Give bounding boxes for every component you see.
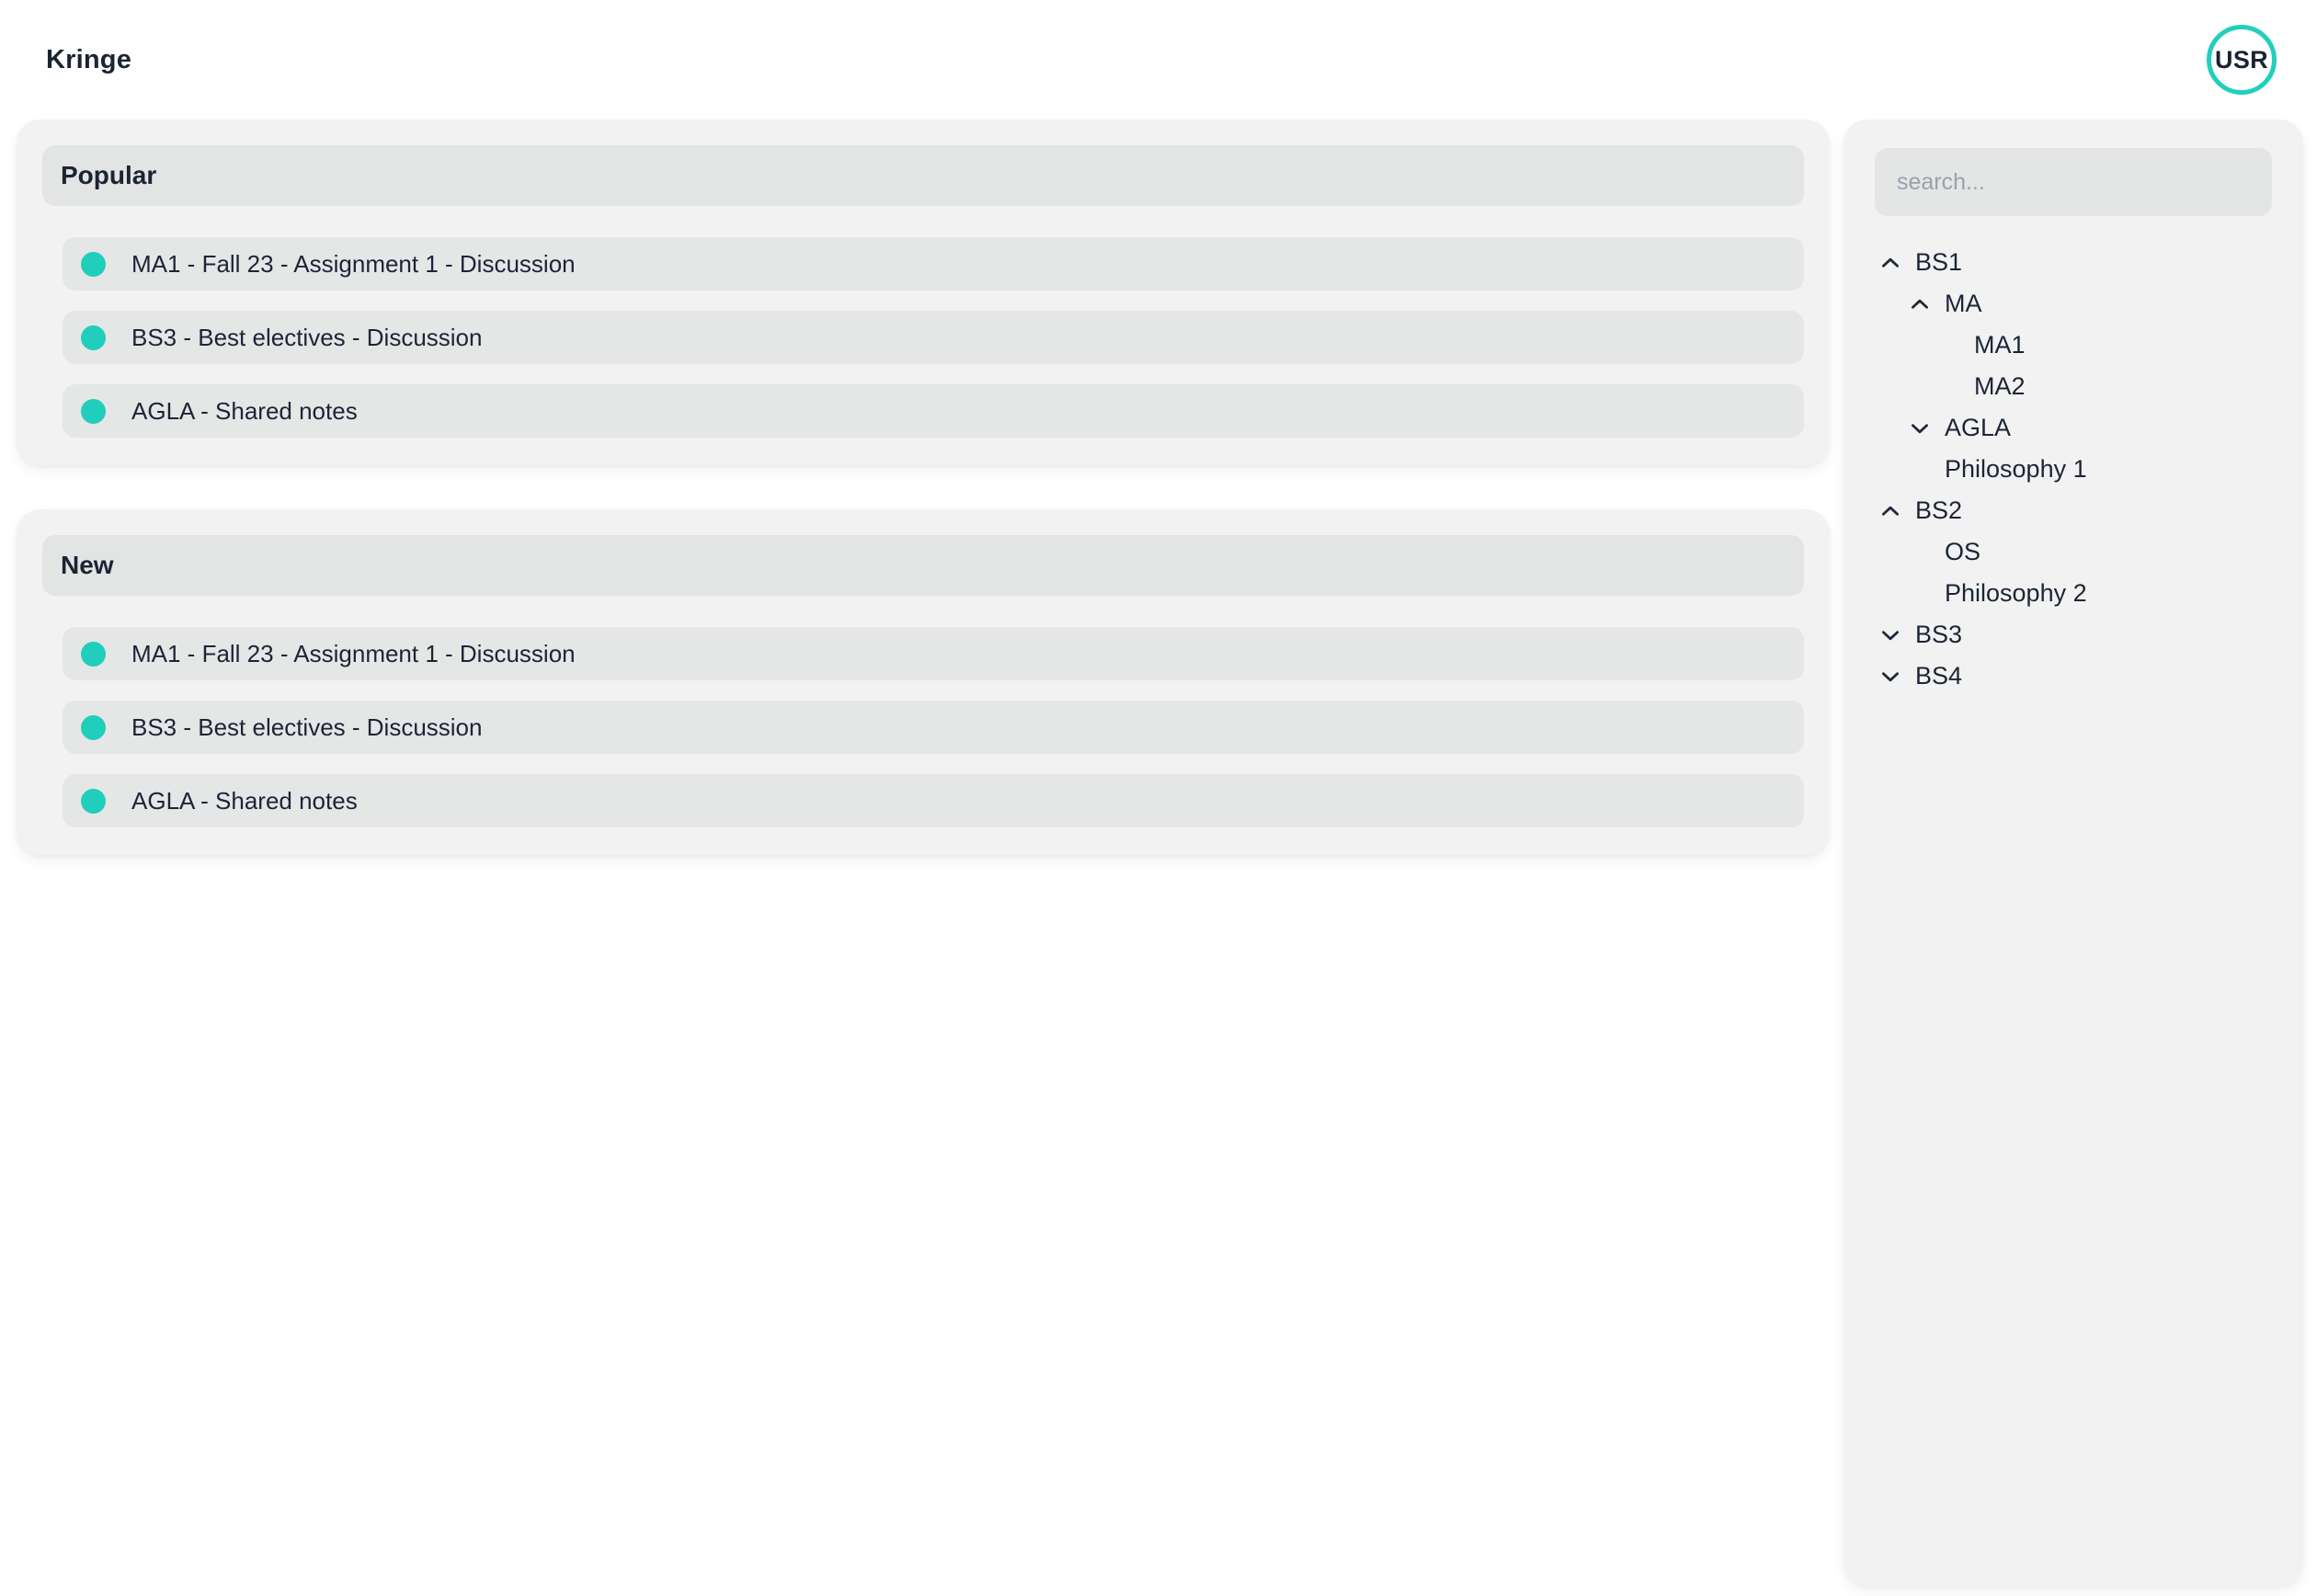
tree-node-label: MA1 [1974,331,2026,359]
chevron-up-icon[interactable] [1908,292,1932,316]
status-dot-icon [81,714,106,740]
list-item-label: MA1 - Fall 23 - Assignment 1 - Discussio… [131,249,576,278]
section-header: New [42,535,1804,596]
tree-node-ma2[interactable]: MA2 [1875,366,2272,407]
section-card: New MA1 - Fall 23 - Assignment 1 - Discus… [17,509,1830,855]
tree-node-label: BS3 [1915,621,1963,648]
chevron-down-icon[interactable] [1878,665,1902,689]
list-item[interactable]: AGLA - Shared notes [63,384,1804,438]
tree-node-philosophy-1[interactable]: Philosophy 1 [1875,449,2272,490]
list-item[interactable]: BS3 - Best electives - Discussion [63,311,1804,364]
section-header: Popular [42,145,1804,206]
tree-node-ma[interactable]: MA [1875,283,2272,325]
tree-node-label: BS2 [1915,496,1963,524]
chevron-down-icon[interactable] [1908,416,1932,440]
chevron-up-icon[interactable] [1878,251,1902,275]
tree-node-os[interactable]: OS [1875,531,2272,573]
tree-node-bs4[interactable]: BS4 [1875,656,2272,697]
tree-node-label: BS4 [1915,662,1963,690]
search-input[interactable] [1875,148,2272,216]
section-list: MA1 - Fall 23 - Assignment 1 - Discussio… [42,237,1804,438]
sidebar: BS1 MA MA1 MA2 AGLA Philosophy 1 BS2 OS Philosop… [1843,120,2303,1586]
tree-node-label: OS [1945,538,1981,565]
main-content: Popular MA1 - Fall 23 - Assignment 1 - Di… [17,120,1830,899]
tree-node-bs3[interactable]: BS3 [1875,614,2272,656]
list-item[interactable]: BS3 - Best electives - Discussion [63,701,1804,754]
status-dot-icon [81,398,106,424]
tree-node-label: BS1 [1915,248,1963,276]
tree-node-label: Philosophy 1 [1945,455,2087,483]
tree-node-label: MA2 [1974,372,2026,400]
tree-node-ma1[interactable]: MA1 [1875,325,2272,366]
status-dot-icon [81,641,106,667]
section-title: Popular [61,161,157,189]
status-dot-icon [81,251,106,277]
avatar[interactable]: USR [2207,25,2277,95]
list-item[interactable]: AGLA - Shared notes [63,774,1804,827]
list-item-label: BS3 - Best electives - Discussion [131,323,483,351]
status-dot-icon [81,788,106,814]
top-bar: Kringe USR [0,0,2317,120]
chevron-up-icon[interactable] [1878,499,1902,523]
course-tree: BS1 MA MA1 MA2 AGLA Philosophy 1 BS2 OS Philosop… [1875,242,2272,697]
tree-node-agla[interactable]: AGLA [1875,407,2272,449]
tree-node-label: Philosophy 2 [1945,579,2087,607]
section-list: MA1 - Fall 23 - Assignment 1 - Discussio… [42,627,1804,827]
app-root: Kringe USR Popular MA1 - Fall 23 - Assign… [0,0,2317,1596]
tree-node-label: MA [1945,290,1982,317]
list-item[interactable]: MA1 - Fall 23 - Assignment 1 - Discussio… [63,627,1804,680]
section-title: New [61,551,114,579]
list-item[interactable]: MA1 - Fall 23 - Assignment 1 - Discussio… [63,237,1804,291]
list-item-label: AGLA - Shared notes [131,786,358,815]
section-card: Popular MA1 - Fall 23 - Assignment 1 - Di… [17,120,1830,465]
list-item-label: AGLA - Shared notes [131,396,358,425]
page-title: Kringe [46,44,132,74]
list-item-label: MA1 - Fall 23 - Assignment 1 - Discussio… [131,639,576,667]
avatar-label: USR [2215,45,2268,74]
tree-node-label: AGLA [1945,414,2012,441]
list-item-label: BS3 - Best electives - Discussion [131,712,483,741]
status-dot-icon [81,325,106,350]
tree-node-bs1[interactable]: BS1 [1875,242,2272,283]
tree-node-bs2[interactable]: BS2 [1875,490,2272,531]
tree-node-philosophy-2[interactable]: Philosophy 2 [1875,573,2272,614]
chevron-down-icon[interactable] [1878,623,1902,647]
